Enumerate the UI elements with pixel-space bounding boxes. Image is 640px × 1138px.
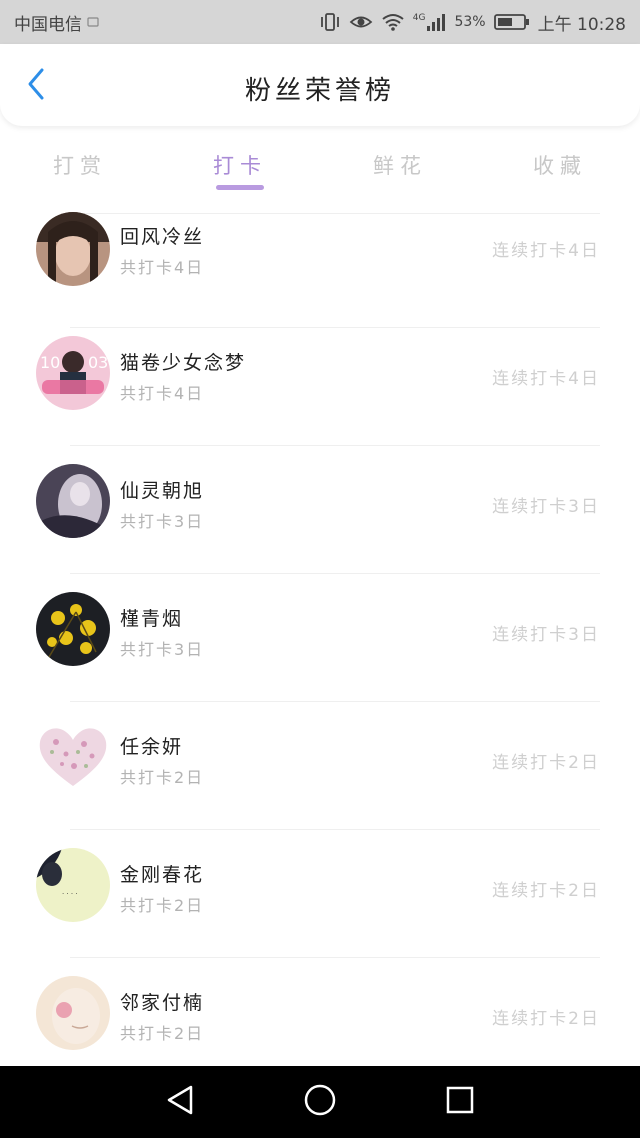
fan-name: 任余妍 <box>120 736 184 758</box>
home-circle-icon <box>303 1083 337 1121</box>
status-right: 4G 53% 上午 10:28 <box>319 10 626 35</box>
nav-home-button[interactable] <box>290 1072 350 1132</box>
total-checkin: 共打卡3日 <box>120 640 205 659</box>
svg-text:· · · ·: · · · · <box>62 890 78 898</box>
eye-icon <box>349 13 373 31</box>
avatar[interactable] <box>36 976 110 1050</box>
recents-square-icon <box>445 1085 475 1119</box>
streak-checkin: 连续打卡2日 <box>492 1009 600 1029</box>
list-item[interactable]: · · · · 金刚春花 共打卡2日 连续打卡2日 <box>0 830 640 958</box>
tab-label: 打卡 <box>213 154 267 178</box>
tab-checkin[interactable]: 打卡 <box>160 136 320 200</box>
system-nav-bar <box>0 1066 640 1138</box>
avatar[interactable] <box>36 464 110 538</box>
streak-checkin: 连续打卡2日 <box>492 753 600 773</box>
svg-text:10: 10 <box>40 353 60 372</box>
tab-flowers[interactable]: 鲜花 <box>320 136 480 200</box>
svg-text:03: 03 <box>88 353 108 372</box>
network-label: 4G <box>412 13 426 23</box>
battery-icon <box>493 13 530 31</box>
back-triangle-icon <box>165 1084 195 1120</box>
signal-icon: 4G <box>413 13 447 31</box>
vibrate-icon <box>319 12 341 32</box>
avatar[interactable]: · · · · <box>36 848 110 922</box>
nav-back-button[interactable] <box>150 1072 210 1132</box>
avatar[interactable]: 10 03 <box>36 336 110 410</box>
fan-name: 槿青烟 <box>120 608 184 630</box>
fan-name: 邻家付楠 <box>120 992 205 1014</box>
list-item[interactable]: 邻家付楠 共打卡2日 连续打卡2日 <box>0 958 640 1066</box>
page-title: 粉丝荣誉榜 <box>244 76 395 106</box>
tab-bar: 打赏 打卡 鲜花 收藏 <box>0 136 640 200</box>
list-item[interactable]: 仙灵朝旭 共打卡3日 连续打卡3日 <box>0 446 640 574</box>
list-item[interactable]: 槿青烟 共打卡3日 连续打卡3日 <box>0 574 640 702</box>
status-left: 中国电信 <box>14 10 100 35</box>
fan-name: 猫卷少女念梦 <box>120 352 247 374</box>
notification-icon <box>86 15 100 29</box>
active-tab-indicator <box>216 185 264 190</box>
nav-recents-button[interactable] <box>430 1072 490 1132</box>
fan-name: 回风冷丝 <box>120 226 205 248</box>
total-checkin: 共打卡2日 <box>120 1024 205 1043</box>
streak-checkin: 连续打卡4日 <box>492 369 600 389</box>
battery-percent: 53% <box>454 14 486 30</box>
wifi-icon <box>381 13 405 31</box>
tab-label: 打赏 <box>53 154 107 178</box>
avatar[interactable] <box>36 592 110 666</box>
total-checkin: 共打卡3日 <box>120 512 205 531</box>
status-bar: 中国电信 4G 53% 上午 10:28 <box>0 0 640 44</box>
total-checkin: 共打卡2日 <box>120 768 205 787</box>
list-item[interactable]: 10 03 猫卷少女念梦 共打卡4日 连续打卡4日 <box>0 318 640 446</box>
clock: 上午 10:28 <box>537 14 626 35</box>
total-checkin: 共打卡2日 <box>120 896 205 915</box>
total-checkin: 共打卡4日 <box>120 384 205 403</box>
tab-reward[interactable]: 打赏 <box>0 136 160 200</box>
streak-checkin: 连续打卡3日 <box>492 497 600 517</box>
avatar[interactable] <box>36 720 110 794</box>
carrier-label: 中国电信 <box>14 14 82 35</box>
streak-checkin: 连续打卡4日 <box>492 241 600 261</box>
tab-favorites[interactable]: 收藏 <box>480 136 640 200</box>
list-item[interactable]: 任余妍 共打卡2日 连续打卡2日 <box>0 702 640 830</box>
streak-checkin: 连续打卡2日 <box>492 881 600 901</box>
fan-name: 仙灵朝旭 <box>120 480 205 502</box>
tab-label: 收藏 <box>533 154 587 178</box>
avatar[interactable] <box>36 212 110 286</box>
total-checkin: 共打卡4日 <box>120 258 205 277</box>
tab-label: 鲜花 <box>373 154 427 178</box>
list-item[interactable]: 回风冷丝 共打卡4日 连续打卡4日 <box>0 200 640 328</box>
streak-checkin: 连续打卡3日 <box>492 625 600 645</box>
fan-list[interactable]: 回风冷丝 共打卡4日 连续打卡4日 10 03 猫卷少女念梦 共打卡4日 连续打卡… <box>0 200 640 1066</box>
fan-name: 金刚春花 <box>120 864 205 886</box>
header: 粉丝荣誉榜 <box>0 44 640 126</box>
